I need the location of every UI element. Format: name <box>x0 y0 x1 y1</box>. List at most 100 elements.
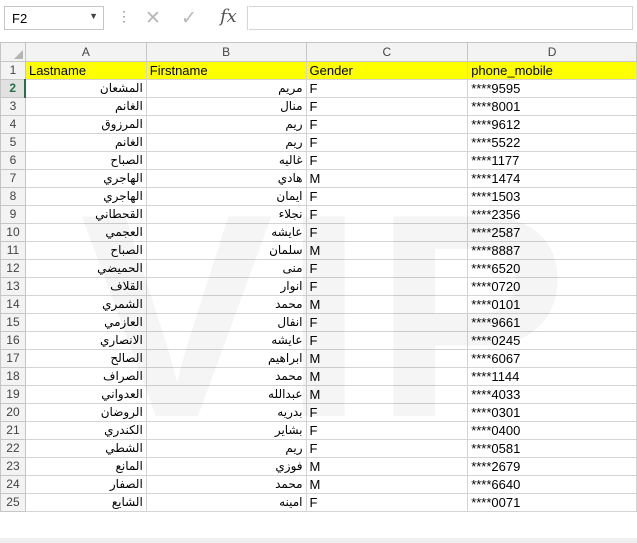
column-header-b[interactable]: B <box>145 42 307 62</box>
cell-gender[interactable]: F <box>305 205 469 224</box>
cell-lastname[interactable]: العدواني <box>24 385 147 404</box>
cell-firstname[interactable]: انفال <box>145 313 307 332</box>
cell-phone-mobile[interactable]: ****1503 <box>467 187 637 206</box>
cell-phone-mobile[interactable]: ****1177 <box>467 151 637 170</box>
column-header-d[interactable]: D <box>467 42 637 62</box>
cell-firstname[interactable]: فوزي <box>145 457 307 476</box>
cell-phone-mobile[interactable]: ****2679 <box>467 457 637 476</box>
cell-firstname[interactable]: انوار <box>145 277 307 296</box>
cell-lastname[interactable]: الروضان <box>24 403 147 422</box>
row-header[interactable]: 13 <box>0 277 26 296</box>
cell-lastname[interactable]: الشطي <box>24 439 147 458</box>
cell-firstname[interactable]: سلمان <box>145 241 307 260</box>
cell-phone-mobile[interactable]: ****0581 <box>467 439 637 458</box>
cell-gender[interactable]: M <box>305 475 469 494</box>
cell-lastname[interactable]: الصباح <box>24 241 147 260</box>
cell-gender[interactable]: F <box>305 97 469 116</box>
row-header[interactable]: 16 <box>0 331 26 350</box>
cell-gender[interactable]: F <box>305 187 469 206</box>
header-lastname[interactable]: Lastname <box>24 61 147 80</box>
row-header[interactable]: 19 <box>0 385 26 404</box>
cell-lastname[interactable]: القحطاني <box>24 205 147 224</box>
cell-phone-mobile[interactable]: ****5522 <box>467 133 637 152</box>
cell-lastname[interactable]: الهاجري <box>24 169 147 188</box>
cell-phone-mobile[interactable]: ****1144 <box>467 367 637 386</box>
formula-input[interactable] <box>249 6 633 30</box>
row-header[interactable]: 20 <box>0 403 26 422</box>
row-header[interactable]: 24 <box>0 475 26 494</box>
cell-gender[interactable]: F <box>305 439 469 458</box>
cell-firstname[interactable]: هادي <box>145 169 307 188</box>
row-header[interactable]: 17 <box>0 349 26 368</box>
cell-phone-mobile[interactable]: ****9661 <box>467 313 637 332</box>
row-header[interactable]: 1 <box>0 61 26 80</box>
header-gender[interactable]: Gender <box>305 61 469 80</box>
header-firstname[interactable]: Firstname <box>145 61 307 80</box>
cell-firstname[interactable]: محمد <box>145 475 307 494</box>
cell-gender[interactable]: F <box>305 259 469 278</box>
cell-gender[interactable]: F <box>305 313 469 332</box>
cell-phone-mobile[interactable]: ****0720 <box>467 277 637 296</box>
cell-phone-mobile[interactable]: ****6520 <box>467 259 637 278</box>
row-header[interactable]: 8 <box>0 187 26 206</box>
row-header[interactable]: 23 <box>0 457 26 476</box>
cell-lastname[interactable]: العجمي <box>24 223 147 242</box>
row-header[interactable]: 11 <box>0 241 26 260</box>
chevron-down-icon[interactable]: ▼ <box>89 11 98 21</box>
cell-gender[interactable]: F <box>305 115 469 134</box>
cell-gender[interactable]: M <box>305 295 469 314</box>
cell-firstname[interactable]: محمد <box>145 367 307 386</box>
cell-phone-mobile[interactable]: ****9612 <box>467 115 637 134</box>
cell-gender[interactable]: F <box>305 421 469 440</box>
cell-lastname[interactable]: الهاجري <box>24 187 147 206</box>
cell-phone-mobile[interactable]: ****8001 <box>467 97 637 116</box>
horizontal-scrollbar[interactable] <box>0 538 637 543</box>
cell-phone-mobile[interactable]: ****1474 <box>467 169 637 188</box>
row-header[interactable]: 7 <box>0 169 26 188</box>
cell-gender[interactable]: F <box>305 277 469 296</box>
cell-firstname[interactable]: ايمان <box>145 187 307 206</box>
cell-gender[interactable]: M <box>305 457 469 476</box>
cell-firstname[interactable]: ريم <box>145 439 307 458</box>
cell-gender[interactable]: F <box>305 403 469 422</box>
cell-phone-mobile[interactable]: ****0400 <box>467 421 637 440</box>
row-header[interactable]: 25 <box>0 493 26 512</box>
cell-phone-mobile[interactable]: ****9595 <box>467 79 637 98</box>
row-header[interactable]: 14 <box>0 295 26 314</box>
row-header[interactable]: 9 <box>0 205 26 224</box>
column-header-c[interactable]: C <box>305 42 469 62</box>
header-phone-mobile[interactable]: phone_mobile <box>467 61 637 80</box>
cell-gender[interactable]: F <box>305 223 469 242</box>
select-all-button[interactable] <box>0 42 26 62</box>
row-header[interactable]: 3 <box>0 97 26 116</box>
cell-firstname[interactable]: ريم <box>145 133 307 152</box>
cell-lastname[interactable]: المانع <box>24 457 147 476</box>
cell-phone-mobile[interactable]: ****0071 <box>467 493 637 512</box>
cell-lastname[interactable]: الكندري <box>24 421 147 440</box>
cell-firstname[interactable]: ابراهيم <box>145 349 307 368</box>
cell-firstname[interactable]: عبدالله <box>145 385 307 404</box>
cell-phone-mobile[interactable]: ****4033 <box>467 385 637 404</box>
cell-lastname[interactable]: الصالح <box>24 349 147 368</box>
cell-lastname[interactable]: الصفار <box>24 475 147 494</box>
cell-firstname[interactable]: بدريه <box>145 403 307 422</box>
drag-handle-icon[interactable]: ⋮ <box>117 8 131 25</box>
cancel-icon[interactable]: ✕ <box>145 7 161 30</box>
cell-phone-mobile[interactable]: ****2587 <box>467 223 637 242</box>
cell-lastname[interactable]: الغانم <box>24 133 147 152</box>
cell-lastname[interactable]: المشعان <box>24 79 147 98</box>
cell-firstname[interactable]: منى <box>145 259 307 278</box>
row-header[interactable]: 5 <box>0 133 26 152</box>
cell-gender[interactable]: F <box>305 331 469 350</box>
cell-firstname[interactable]: نجلاء <box>145 205 307 224</box>
cell-phone-mobile[interactable]: ****6640 <box>467 475 637 494</box>
cell-firstname[interactable]: عايشه <box>145 331 307 350</box>
cell-phone-mobile[interactable]: ****8887 <box>467 241 637 260</box>
cell-lastname[interactable]: العازمي <box>24 313 147 332</box>
row-header[interactable]: 4 <box>0 115 26 134</box>
cell-lastname[interactable]: المرزوق <box>24 115 147 134</box>
row-header[interactable]: 15 <box>0 313 26 332</box>
cell-firstname[interactable]: مريم <box>145 79 307 98</box>
cell-lastname[interactable]: الغانم <box>24 97 147 116</box>
cell-firstname[interactable]: ريم <box>145 115 307 134</box>
